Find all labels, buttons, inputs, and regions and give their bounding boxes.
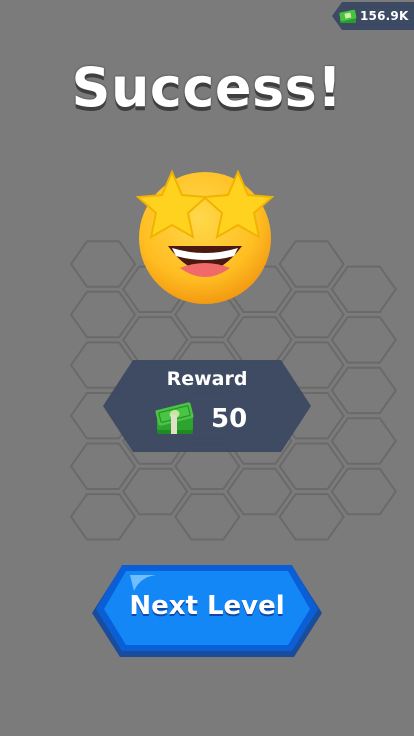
- hex-cell: [278, 493, 345, 541]
- hex-cell: [278, 240, 345, 288]
- cash-stack-icon: [155, 402, 194, 434]
- hex-cell: [330, 366, 398, 415]
- hex-cell: [278, 290, 345, 339]
- hex-cell: [330, 417, 398, 465]
- next-level-button[interactable]: Next Level: [90, 565, 324, 660]
- success-screen: 156.9K Success! Reward 50 Next Level: [0, 0, 414, 736]
- hex-cell: [121, 316, 189, 364]
- hex-cell: [69, 290, 137, 339]
- hex-cell: [330, 467, 398, 516]
- star-struck-face-icon: [135, 169, 275, 304]
- hex-cell: [226, 467, 293, 516]
- next-level-label: Next Level: [129, 591, 285, 621]
- currency-amount: 156.9K: [360, 9, 409, 23]
- reward-panel: Reward 50: [103, 360, 311, 452]
- hex-cell: [174, 493, 241, 541]
- reward-label: Reward: [166, 368, 248, 390]
- hex-cell: [121, 467, 189, 516]
- currency-counter: 156.9K: [332, 2, 414, 30]
- reward-amount: 50: [211, 404, 248, 434]
- hex-cell: [330, 265, 398, 313]
- hex-cell: [226, 316, 293, 364]
- hex-cell: [69, 493, 137, 541]
- hex-cell: [69, 240, 137, 288]
- hex-cell: [330, 316, 398, 364]
- page-title: Success!: [71, 56, 343, 119]
